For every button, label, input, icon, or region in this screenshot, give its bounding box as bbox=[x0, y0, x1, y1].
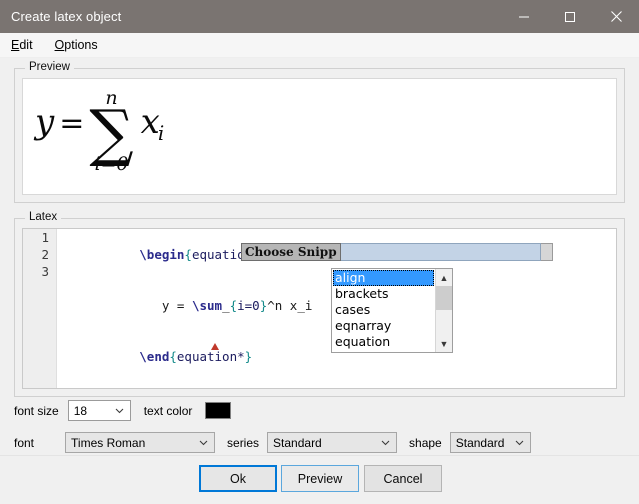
font-size-value: 18 bbox=[73, 403, 88, 418]
series-label: series bbox=[227, 435, 260, 450]
minimize-button[interactable] bbox=[501, 0, 547, 33]
list-item[interactable]: brackets bbox=[333, 286, 434, 302]
font-size-combo[interactable]: 18 bbox=[67, 400, 131, 421]
formula-summation: n ∑ i=0 bbox=[89, 89, 133, 174]
formula-sum-lower: i=0 bbox=[94, 153, 129, 176]
formula-term: x bbox=[140, 102, 160, 143]
font-row: font Times Roman series Standard shape S… bbox=[14, 432, 531, 453]
shape-value: Standard bbox=[455, 435, 505, 450]
formula-equals: = bbox=[59, 106, 85, 142]
chevron-down-icon bbox=[515, 440, 524, 446]
code-token: _ bbox=[222, 298, 230, 313]
list-item[interactable]: cases bbox=[333, 302, 434, 318]
code-token: \begin bbox=[139, 247, 185, 262]
shape-label: shape bbox=[409, 435, 442, 450]
code-token: \end bbox=[139, 349, 170, 364]
choose-snippet-input[interactable] bbox=[340, 243, 541, 261]
text-color-swatch[interactable] bbox=[205, 402, 232, 419]
chevron-down-icon bbox=[199, 440, 208, 446]
scroll-down-icon[interactable]: ▼ bbox=[436, 335, 452, 352]
list-item[interactable]: align bbox=[333, 270, 434, 286]
menu-item-edit[interactable]: Edit bbox=[0, 35, 44, 55]
line-number: 1 bbox=[41, 230, 49, 245]
titlebar: Create latex object bbox=[0, 0, 639, 33]
footer-divider bbox=[0, 455, 639, 456]
cancel-button[interactable]: Cancel bbox=[364, 465, 442, 492]
maximize-icon bbox=[564, 11, 576, 23]
choose-snippet-bar: Choose Snipp bbox=[241, 243, 553, 261]
formula-lhs: y bbox=[35, 102, 55, 143]
scroll-up-icon[interactable]: ▲ bbox=[436, 269, 452, 286]
scrollbar-thumb[interactable] bbox=[436, 286, 452, 310]
preview-group-label: Preview bbox=[25, 61, 74, 73]
menu-item-options[interactable]: Options bbox=[44, 35, 109, 55]
font-size-row: font size 18 text color bbox=[14, 400, 232, 421]
list-item[interactable]: eqnarray bbox=[333, 318, 434, 334]
create-latex-object-dialog: Create latex object Edit Options Preview… bbox=[0, 0, 639, 504]
list-item[interactable]: equation bbox=[333, 334, 434, 350]
menubar: Edit Options bbox=[0, 33, 639, 58]
rendered-formula: y = n ∑ i=0 xi bbox=[35, 87, 166, 174]
error-triangle-icon bbox=[211, 343, 219, 350]
maximize-button[interactable] bbox=[547, 0, 593, 33]
formula-sum-glyph: ∑ bbox=[89, 96, 134, 169]
code-token: { bbox=[184, 247, 192, 262]
preview-button[interactable]: Preview bbox=[281, 465, 359, 492]
ok-button[interactable]: Ok bbox=[199, 465, 277, 492]
chevron-down-icon bbox=[115, 408, 124, 414]
scrollbar-track[interactable] bbox=[436, 286, 452, 335]
font-combo[interactable]: Times Roman bbox=[65, 432, 216, 453]
code-token: i=0 bbox=[237, 298, 260, 313]
line-number-gutter: 1 2 3 bbox=[23, 229, 57, 388]
choose-snippet-label: Choose Snipp bbox=[241, 243, 341, 261]
code-token: \sum bbox=[191, 298, 223, 313]
close-icon bbox=[610, 10, 623, 23]
menu-item-edit-label-rest: dit bbox=[19, 38, 33, 52]
series-value: Standard bbox=[273, 435, 322, 450]
close-button[interactable] bbox=[593, 0, 639, 33]
preview-canvas[interactable]: y = n ∑ i=0 xi bbox=[22, 78, 617, 195]
code-token: y = bbox=[139, 298, 192, 313]
menu-item-options-label-rest: ptions bbox=[64, 38, 98, 52]
text-color-label: text color bbox=[143, 403, 193, 418]
code-token: { bbox=[229, 298, 238, 313]
font-value: Times Roman bbox=[71, 435, 146, 450]
line-number: 2 bbox=[41, 247, 49, 262]
chevron-down-icon bbox=[381, 440, 390, 446]
font-size-label: font size bbox=[14, 403, 59, 418]
series-combo[interactable]: Standard bbox=[267, 432, 398, 453]
code-token: equation* bbox=[176, 349, 245, 364]
preview-groupbox: Preview y = n ∑ i=0 xi bbox=[14, 61, 625, 203]
font-label: font bbox=[14, 435, 35, 450]
shape-combo[interactable]: Standard bbox=[449, 432, 531, 453]
formula-term-subscript: i bbox=[157, 121, 165, 146]
minimize-icon bbox=[518, 11, 530, 23]
line-number: 3 bbox=[41, 264, 49, 279]
code-token: ^n x_i bbox=[267, 298, 313, 313]
code-token: } bbox=[244, 349, 253, 364]
snippet-autocomplete-list[interactable]: align brackets cases eqnarray equation ▲… bbox=[331, 268, 453, 353]
snippet-option-container: align brackets cases eqnarray equation bbox=[332, 269, 435, 352]
snippet-list-scrollbar[interactable]: ▲ ▼ bbox=[435, 269, 452, 352]
code-token: { bbox=[169, 349, 177, 364]
latex-group-label: Latex bbox=[25, 211, 62, 223]
choose-snippet-dropdown-button[interactable] bbox=[540, 243, 553, 261]
window-title: Create latex object bbox=[11, 9, 122, 24]
